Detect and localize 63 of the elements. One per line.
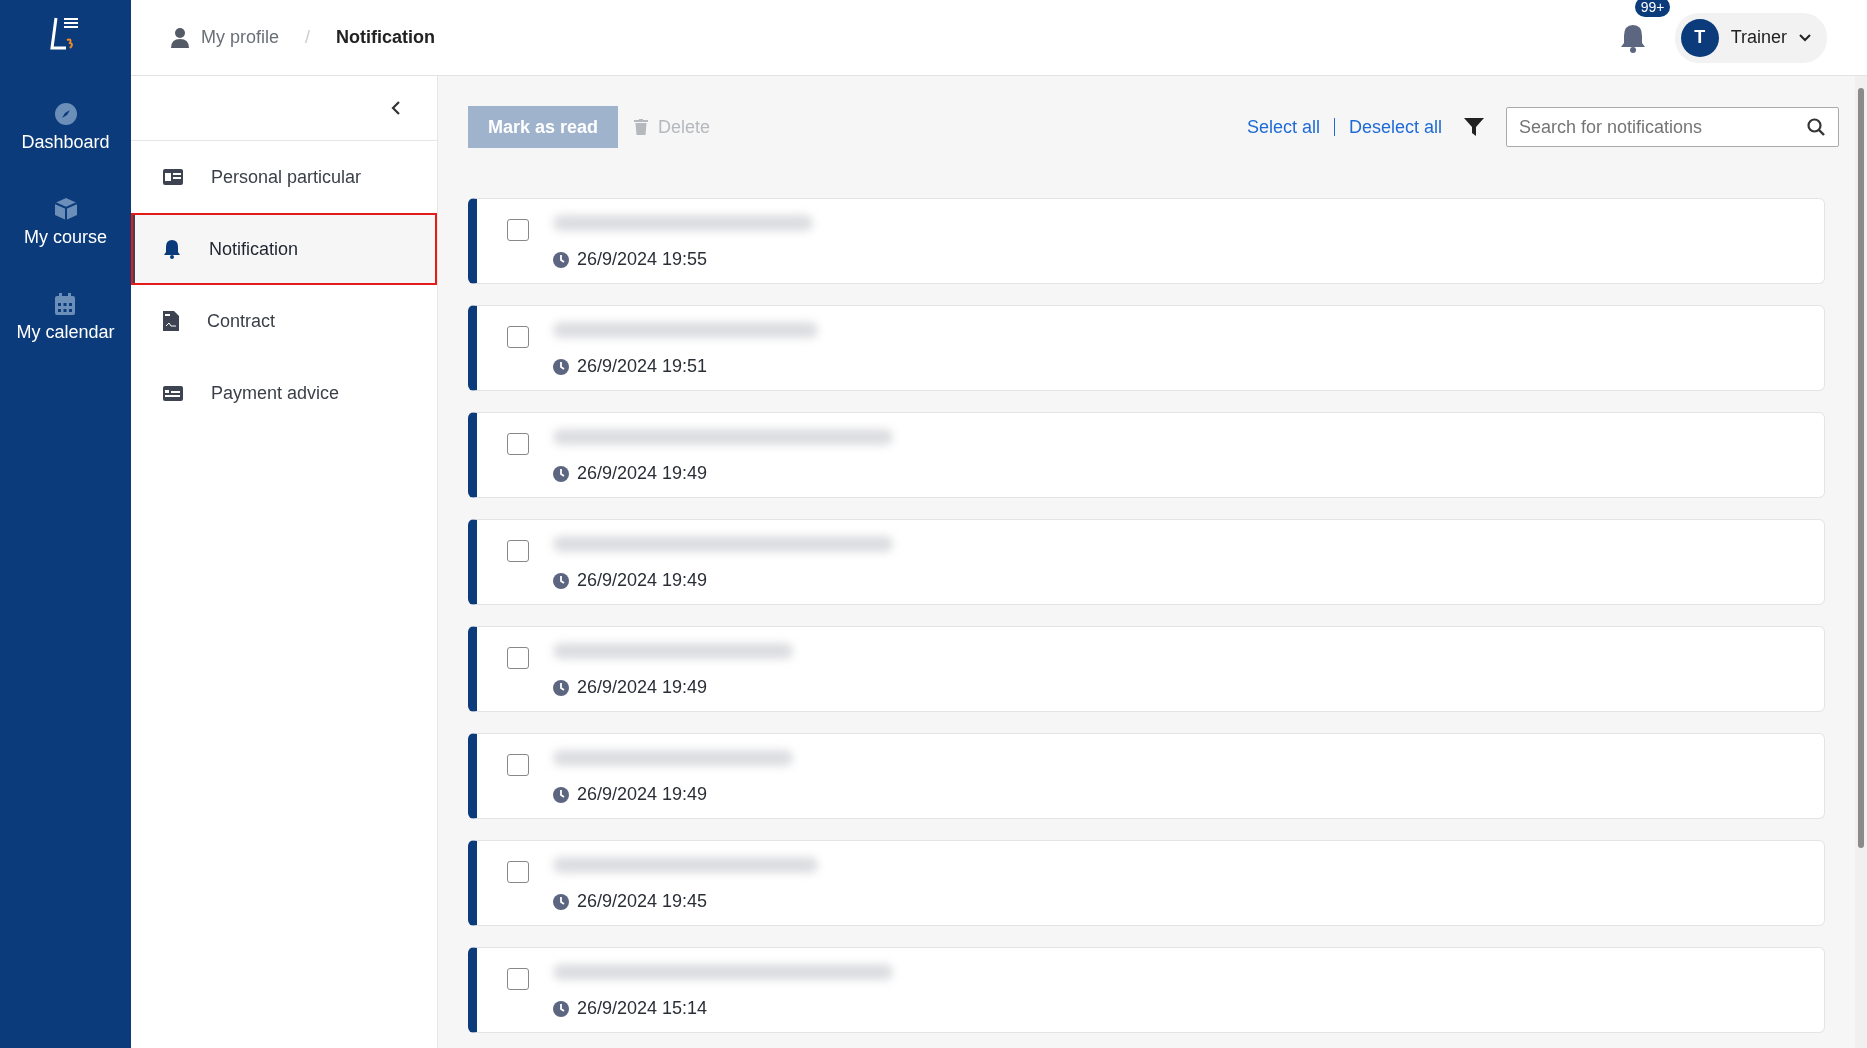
checkbox[interactable] [507, 433, 529, 455]
breadcrumb-separator: / [305, 27, 311, 48]
notification-time: 26/9/2024 19:55 [577, 249, 708, 270]
notification-card[interactable]: 26/9/2024 15:14 [468, 947, 1825, 1033]
collapse-icon[interactable] [391, 101, 401, 115]
menu-item[interactable]: Payment advice [131, 357, 437, 429]
notification-card[interactable]: 26/9/2024 19:51 [468, 305, 1825, 391]
notification-card[interactable]: 26/9/2024 19:55 [468, 198, 1825, 284]
notification-time: 26/9/2024 19:51 [577, 356, 708, 377]
nav-item[interactable]: My course [24, 197, 107, 292]
nav-item[interactable]: My calendar [16, 292, 115, 387]
menu-item[interactable]: Contract [131, 285, 437, 357]
deselect-all-link[interactable]: Deselect all [1348, 116, 1442, 138]
clock-icon [553, 893, 569, 910]
notification-time: 26/9/2024 19:49 [577, 570, 708, 591]
checkbox[interactable] [507, 647, 529, 669]
clock-icon [553, 1000, 569, 1017]
notification-time: 26/9/2024 19:49 [577, 463, 708, 484]
notification-card[interactable]: 26/9/2024 19:49 [468, 626, 1825, 712]
checkbox[interactable] [507, 326, 529, 348]
notification-time: 26/9/2024 19:49 [577, 784, 708, 805]
user-name: Trainer [1730, 27, 1787, 48]
notification-card[interactable]: 26/9/2024 19:45 [468, 840, 1825, 926]
select-all-link[interactable]: Select all [1246, 116, 1320, 138]
document-icon [163, 311, 179, 331]
breadcrumb-link[interactable]: My profile [201, 27, 280, 48]
checkbox[interactable] [507, 968, 529, 990]
filter-icon[interactable] [1464, 117, 1484, 137]
clock-icon [553, 786, 569, 803]
clock-icon [553, 465, 569, 482]
calendar-icon [53, 292, 78, 316]
checkbox[interactable] [507, 861, 529, 883]
checkbox[interactable] [507, 540, 529, 562]
clock-icon [553, 358, 569, 375]
clock-icon [553, 251, 569, 268]
notification-time: 26/9/2024 19:45 [577, 891, 708, 912]
user-icon [171, 27, 189, 48]
notification-badge: 99+ [1634, 0, 1671, 17]
notification-card[interactable]: 26/9/2024 19:49 [468, 412, 1825, 498]
bell-icon [163, 239, 181, 259]
avatar: T [1680, 18, 1719, 57]
menu-item[interactable]: Personal particular [131, 141, 437, 213]
compass-icon [53, 102, 78, 126]
chevron-down-icon [1799, 33, 1811, 42]
trash-icon [634, 119, 649, 135]
clock-icon [553, 679, 569, 696]
checkbox[interactable] [507, 219, 529, 241]
user-menu[interactable]: T Trainer [1674, 12, 1827, 63]
clock-icon [553, 572, 569, 589]
checkbox[interactable] [507, 754, 529, 776]
breadcrumb-current: Notification [336, 27, 436, 48]
notification-card[interactable]: 26/9/2024 19:49 [468, 733, 1825, 819]
id-card-icon [163, 169, 183, 185]
box-icon [53, 197, 78, 221]
nav-item[interactable]: Dashboard [21, 102, 110, 197]
search-field[interactable]: Search for notifications [1506, 107, 1839, 147]
notification-time: 26/9/2024 19:49 [577, 677, 708, 698]
menu-item[interactable]: Notification [131, 213, 437, 285]
notification-card[interactable]: 26/9/2024 19:49 [468, 519, 1825, 605]
notification-time: 26/9/2024 15:14 [577, 998, 708, 1019]
notification-button[interactable] [1618, 22, 1647, 53]
scrollbar[interactable] [1855, 76, 1867, 1048]
payment-card-icon [163, 385, 183, 401]
